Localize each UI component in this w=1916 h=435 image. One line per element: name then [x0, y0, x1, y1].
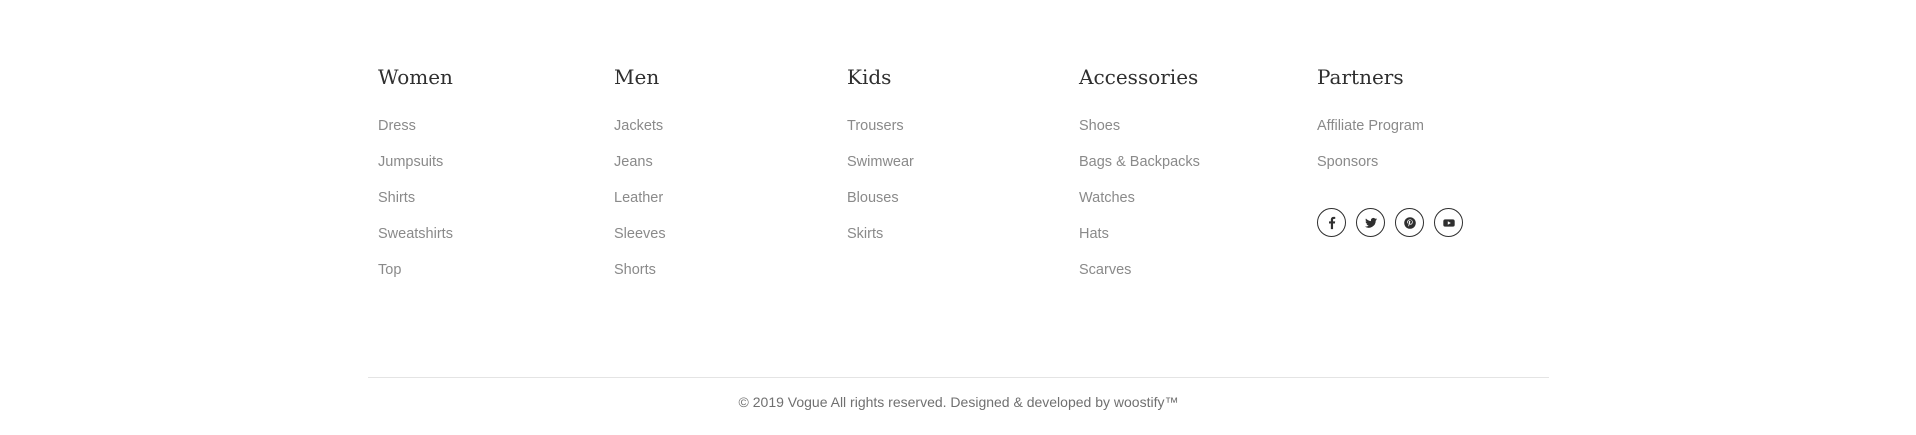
column-title: Partners: [1317, 65, 1404, 89]
pinterest-icon: [1403, 216, 1416, 229]
youtube-button[interactable]: [1434, 208, 1463, 237]
social-links: [1317, 208, 1463, 237]
footer-link-shoes[interactable]: Shoes: [1079, 118, 1120, 134]
list-item: Sleeves: [614, 225, 666, 261]
list-item: Skirts: [847, 225, 914, 261]
footer-link-skirts[interactable]: Skirts: [847, 226, 883, 242]
list-item: Shorts: [614, 261, 666, 297]
footer-column-men: Men Jackets Jeans Leather Sleeves Shorts: [614, 64, 666, 297]
column-title: Kids: [847, 65, 892, 89]
footer-link-hats[interactable]: Hats: [1079, 226, 1109, 242]
footer-column-kids: Kids Trousers Swimwear Blouses Skirts: [847, 64, 914, 261]
footer-link-sweatshirts[interactable]: Sweatshirts: [378, 226, 453, 242]
list-item: Sponsors: [1317, 153, 1463, 189]
footer-link-swimwear[interactable]: Swimwear: [847, 154, 914, 170]
column-title: Accessories: [1079, 65, 1199, 89]
list-item: Jackets: [614, 117, 666, 153]
twitter-button[interactable]: [1356, 208, 1385, 237]
link-list: Trousers Swimwear Blouses Skirts: [847, 117, 914, 261]
footer-link-blouses[interactable]: Blouses: [847, 190, 899, 206]
copyright-text: © 2019 Vogue All rights reserved. Design…: [738, 394, 1179, 410]
link-list: Shoes Bags & Backpacks Watches Hats Scar…: [1079, 117, 1200, 297]
footer-link-shorts[interactable]: Shorts: [614, 262, 656, 278]
footer-column-partners: Partners Affiliate Program Sponsors: [1317, 64, 1463, 237]
list-item: Bags & Backpacks: [1079, 153, 1200, 189]
twitter-icon: [1364, 217, 1377, 228]
footer-link-watches[interactable]: Watches: [1079, 190, 1135, 206]
footer-divider: [368, 377, 1549, 378]
list-item: Watches: [1079, 189, 1200, 225]
footer-column-women: Women Dress Jumpsuits Shirts Sweatshirts…: [378, 64, 453, 297]
footer-link-trousers[interactable]: Trousers: [847, 118, 904, 134]
footer-link-sponsors[interactable]: Sponsors: [1317, 154, 1378, 170]
facebook-button[interactable]: [1317, 208, 1346, 237]
pinterest-button[interactable]: [1395, 208, 1424, 237]
list-item: Trousers: [847, 117, 914, 153]
footer-link-jackets[interactable]: Jackets: [614, 118, 663, 134]
footer-column-accessories: Accessories Shoes Bags & Backpacks Watch…: [1079, 64, 1200, 297]
list-item: Blouses: [847, 189, 914, 225]
list-item: Top: [378, 261, 453, 297]
list-item: Scarves: [1079, 261, 1200, 297]
list-item: Leather: [614, 189, 666, 225]
footer-link-leather[interactable]: Leather: [614, 190, 663, 206]
youtube-icon: [1442, 218, 1455, 227]
footer-link-sleeves[interactable]: Sleeves: [614, 226, 666, 242]
footer-link-dress[interactable]: Dress: [378, 118, 416, 134]
list-item: Jumpsuits: [378, 153, 453, 189]
footer-link-affiliate-program[interactable]: Affiliate Program: [1317, 118, 1424, 134]
footer-link-bags-backpacks[interactable]: Bags & Backpacks: [1079, 154, 1200, 170]
link-list: Jackets Jeans Leather Sleeves Shorts: [614, 117, 666, 297]
link-list: Dress Jumpsuits Shirts Sweatshirts Top: [378, 117, 453, 297]
column-title: Women: [378, 65, 453, 89]
list-item: Swimwear: [847, 153, 914, 189]
list-item: Hats: [1079, 225, 1200, 261]
list-item: Affiliate Program: [1317, 117, 1463, 153]
footer-link-top[interactable]: Top: [378, 262, 401, 278]
footer-link-shirts[interactable]: Shirts: [378, 190, 415, 206]
list-item: Jeans: [614, 153, 666, 189]
footer-link-scarves[interactable]: Scarves: [1079, 262, 1131, 278]
column-title: Men: [614, 65, 660, 89]
footer-link-jumpsuits[interactable]: Jumpsuits: [378, 154, 443, 170]
link-list: Affiliate Program Sponsors: [1317, 117, 1463, 189]
site-footer: Women Dress Jumpsuits Shirts Sweatshirts…: [0, 0, 1916, 435]
list-item: Shoes: [1079, 117, 1200, 153]
list-item: Sweatshirts: [378, 225, 453, 261]
footer-link-jeans[interactable]: Jeans: [614, 154, 653, 170]
list-item: Shirts: [378, 189, 453, 225]
list-item: Dress: [378, 117, 453, 153]
facebook-icon: [1328, 216, 1335, 229]
